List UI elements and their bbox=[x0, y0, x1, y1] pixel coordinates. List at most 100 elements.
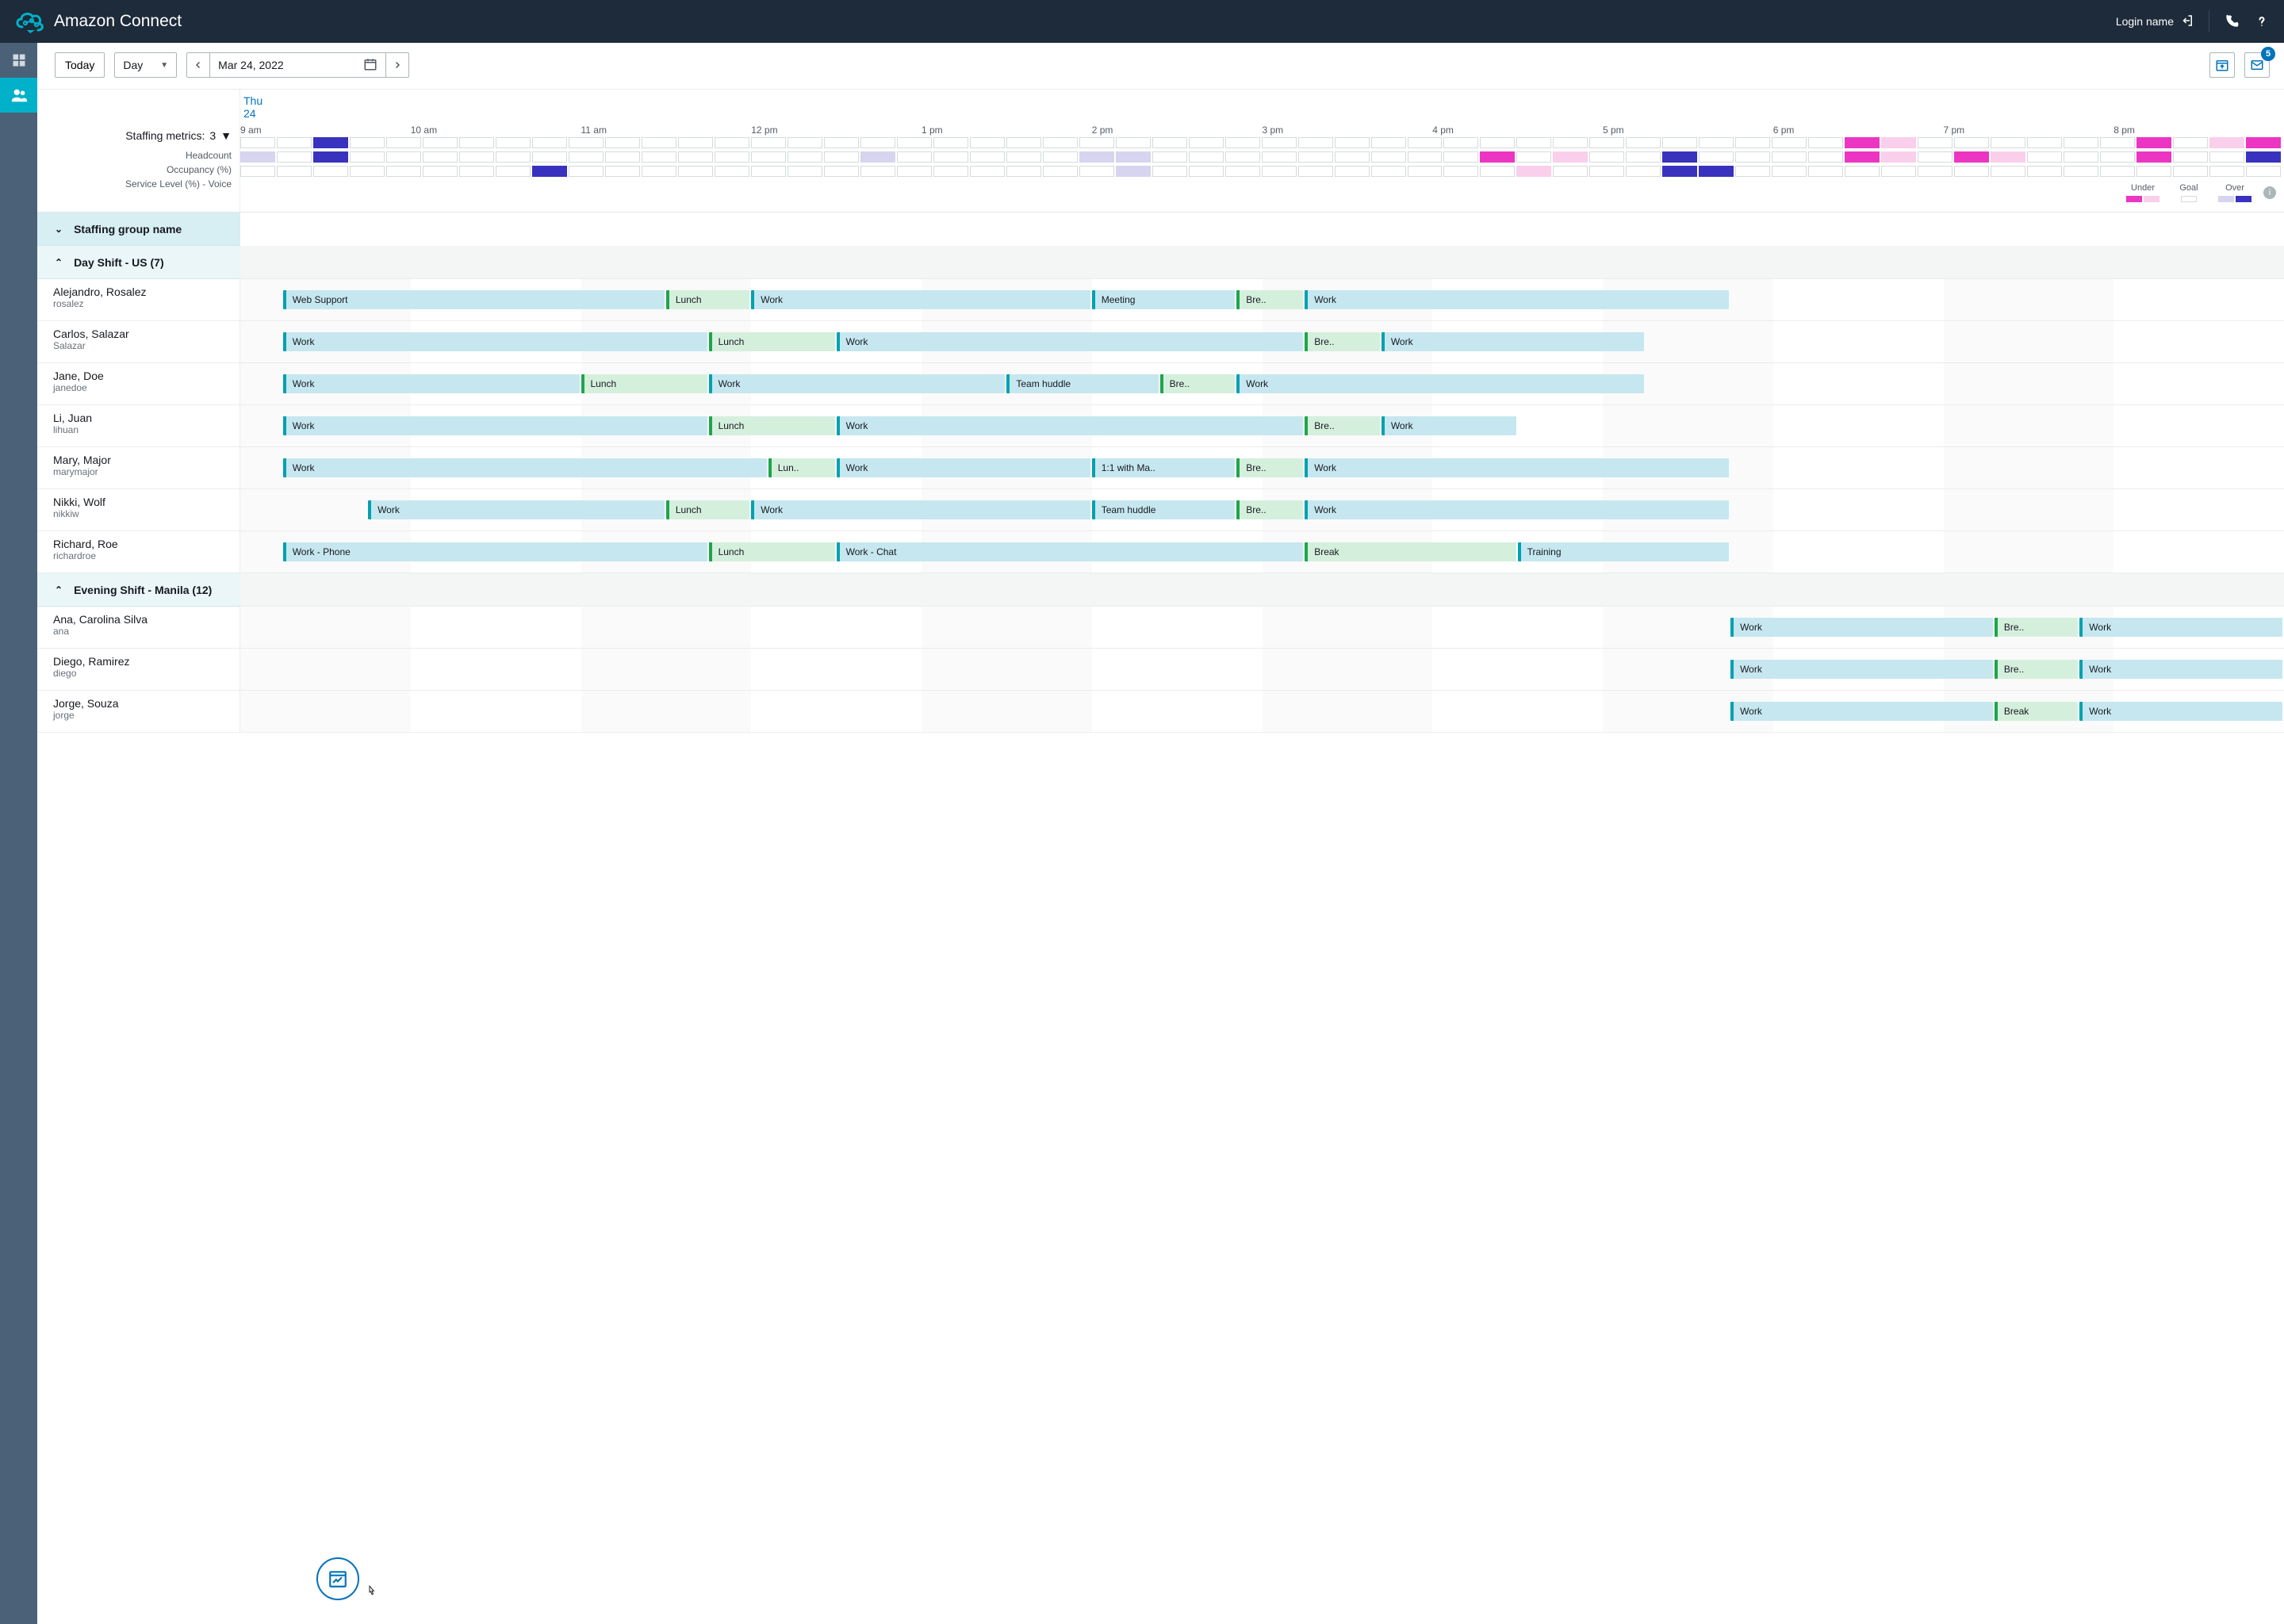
schedule-block[interactable]: Lunch bbox=[581, 374, 707, 393]
root-group-header[interactable]: ⌄ Staffing group name bbox=[37, 213, 240, 246]
schedule-block[interactable]: Work bbox=[283, 332, 707, 351]
metrics-toggle[interactable]: Staffing metrics: 3 ▼ bbox=[45, 98, 232, 142]
schedule-block[interactable]: Lunch bbox=[709, 542, 835, 561]
schedule-block[interactable]: Work bbox=[1730, 660, 1993, 679]
schedule-block[interactable]: Bre.. bbox=[1236, 290, 1303, 309]
schedule-block[interactable]: Work bbox=[2079, 702, 2282, 721]
heat-cell bbox=[1079, 151, 1114, 163]
timeline-cell[interactable]: WorkLunchWorkBre..Work bbox=[240, 405, 2284, 446]
agent-cell[interactable]: Richard, Roerichardroe bbox=[37, 531, 240, 573]
schedule-block[interactable]: Work bbox=[283, 416, 707, 435]
schedule-block[interactable]: Break bbox=[1995, 702, 2078, 721]
schedule-block[interactable]: Work bbox=[1236, 374, 1643, 393]
heat-cell bbox=[1553, 151, 1588, 163]
schedule-block[interactable]: Bre.. bbox=[1160, 374, 1236, 393]
agent-cell[interactable]: Mary, Majormarymajor bbox=[37, 447, 240, 488]
agent-cell[interactable]: Diego, Ramirezdiego bbox=[37, 649, 240, 690]
schedule-block[interactable]: Work bbox=[1730, 702, 1993, 721]
date-next[interactable] bbox=[385, 52, 409, 78]
heat-cell bbox=[970, 137, 1005, 148]
rail-people[interactable] bbox=[0, 78, 37, 113]
schedule-block[interactable]: Bre.. bbox=[1236, 500, 1303, 519]
schedule-block[interactable]: Meeting bbox=[1092, 290, 1236, 309]
heat-cell bbox=[459, 137, 494, 148]
help-icon[interactable] bbox=[2254, 13, 2270, 29]
agent-cell[interactable]: Ana, Carolina Silvaana bbox=[37, 607, 240, 648]
schedule-block[interactable]: Work bbox=[751, 290, 1090, 309]
heat-cell bbox=[1553, 166, 1588, 177]
schedule-block[interactable]: Work bbox=[709, 374, 1006, 393]
schedule-block[interactable]: Lunch bbox=[666, 290, 749, 309]
schedule-block[interactable]: Work bbox=[837, 416, 1304, 435]
view-select[interactable]: Day ▼ bbox=[114, 52, 177, 78]
schedule-block[interactable]: Lunch bbox=[666, 500, 749, 519]
schedule-block[interactable]: Work bbox=[2079, 618, 2282, 637]
timeline-cell[interactable]: WorkLunchWorkBre..Work bbox=[240, 321, 2284, 362]
schedule-block[interactable]: Work bbox=[368, 500, 665, 519]
schedule-block[interactable]: Work bbox=[751, 500, 1090, 519]
agent-cell[interactable]: Carlos, SalazarSalazar bbox=[37, 321, 240, 362]
chevron-up-icon: ⌃ bbox=[55, 257, 63, 268]
timeline-cell[interactable]: WorkBreakWork bbox=[240, 691, 2284, 732]
heat-cell bbox=[1225, 166, 1260, 177]
date-display[interactable]: Mar 24, 2022 bbox=[209, 52, 386, 78]
schedule-block[interactable]: Work bbox=[283, 374, 580, 393]
heat-cell bbox=[1662, 137, 1697, 148]
schedule-block[interactable]: Bre.. bbox=[1305, 332, 1380, 351]
heat-cell bbox=[642, 137, 676, 148]
schedule-block[interactable]: Lunch bbox=[709, 332, 835, 351]
login-menu[interactable]: Login name bbox=[2116, 13, 2194, 30]
schedule-block[interactable]: Lun.. bbox=[768, 458, 835, 477]
group-header[interactable]: ⌃Day Shift - US (7) bbox=[37, 246, 240, 279]
schedule-block[interactable]: Web Support bbox=[283, 290, 665, 309]
inbox-button[interactable]: 5 bbox=[2244, 52, 2270, 78]
brand-text: Amazon Connect bbox=[54, 12, 182, 31]
schedule-block[interactable]: Work bbox=[837, 458, 1090, 477]
schedule-block[interactable]: Lunch bbox=[709, 416, 835, 435]
schedule-block[interactable]: Work bbox=[283, 458, 767, 477]
schedule-block[interactable]: Work - Phone bbox=[283, 542, 707, 561]
schedule-block[interactable]: Work bbox=[1730, 618, 1993, 637]
date-prev[interactable] bbox=[186, 52, 210, 78]
timeline-cell[interactable]: WorkLunchWorkTeam huddleBre..Work bbox=[240, 363, 2284, 404]
schedule-block[interactable]: Work bbox=[1305, 458, 1729, 477]
schedule-block[interactable]: Work bbox=[1305, 500, 1729, 519]
today-button[interactable]: Today bbox=[55, 52, 105, 78]
agent-cell[interactable]: Nikki, Wolfnikkiw bbox=[37, 489, 240, 530]
schedule-block[interactable]: Bre.. bbox=[1305, 416, 1380, 435]
schedule-block[interactable]: Bre.. bbox=[1995, 660, 2078, 679]
schedule-block[interactable]: Work bbox=[1305, 290, 1729, 309]
group-header[interactable]: ⌃Evening Shift - Manila (12) bbox=[37, 573, 240, 607]
analytics-fab[interactable] bbox=[316, 1557, 359, 1600]
timeline-cell[interactable]: Web SupportLunchWorkMeetingBre..Work bbox=[240, 279, 2284, 320]
schedule-block[interactable]: Bre.. bbox=[1995, 618, 2078, 637]
timeline-cell[interactable]: WorkBre..Work bbox=[240, 649, 2284, 690]
timeline-cell[interactable]: WorkLun..Work1:1 with Ma..Bre..Work bbox=[240, 447, 2284, 488]
heat-cell bbox=[1918, 151, 1953, 163]
schedule-block[interactable]: Work bbox=[1382, 332, 1644, 351]
info-icon[interactable]: i bbox=[2263, 186, 2276, 199]
schedule-block[interactable]: Bre.. bbox=[1236, 458, 1303, 477]
agent-cell[interactable]: Alejandro, Rosalezrosalez bbox=[37, 279, 240, 320]
schedule-block[interactable]: Break bbox=[1305, 542, 1516, 561]
agent-cell[interactable]: Jane, Doejanedoe bbox=[37, 363, 240, 404]
agent-cell[interactable]: Jorge, Souzajorge bbox=[37, 691, 240, 732]
rail-dashboard[interactable] bbox=[0, 43, 37, 78]
schedule-block[interactable]: Team huddle bbox=[1006, 374, 1158, 393]
timeline-cell[interactable]: Work - PhoneLunchWork - ChatBreakTrainin… bbox=[240, 531, 2284, 573]
schedule-block[interactable]: Work bbox=[2079, 660, 2282, 679]
schedule-block[interactable]: Team huddle bbox=[1092, 500, 1236, 519]
scroll-area[interactable]: Staffing metrics: 3 ▼ Headcount Occupanc… bbox=[37, 90, 2284, 1624]
timeline-cell[interactable]: WorkBre..Work bbox=[240, 607, 2284, 648]
schedule-block[interactable]: Work - Chat bbox=[837, 542, 1304, 561]
schedule-block[interactable]: Work bbox=[1382, 416, 1516, 435]
agent-cell[interactable]: Li, Juanlihuan bbox=[37, 405, 240, 446]
heat-cell bbox=[2136, 137, 2171, 148]
publish-button[interactable] bbox=[2209, 52, 2235, 78]
timeline-cell[interactable]: WorkLunchWorkTeam huddleBre..Work bbox=[240, 489, 2284, 530]
schedule-block[interactable]: Training bbox=[1518, 542, 1729, 561]
schedule-block[interactable]: 1:1 with Ma.. bbox=[1092, 458, 1236, 477]
phone-icon[interactable] bbox=[2224, 13, 2240, 29]
heat-cell bbox=[678, 137, 713, 148]
schedule-block[interactable]: Work bbox=[837, 332, 1304, 351]
